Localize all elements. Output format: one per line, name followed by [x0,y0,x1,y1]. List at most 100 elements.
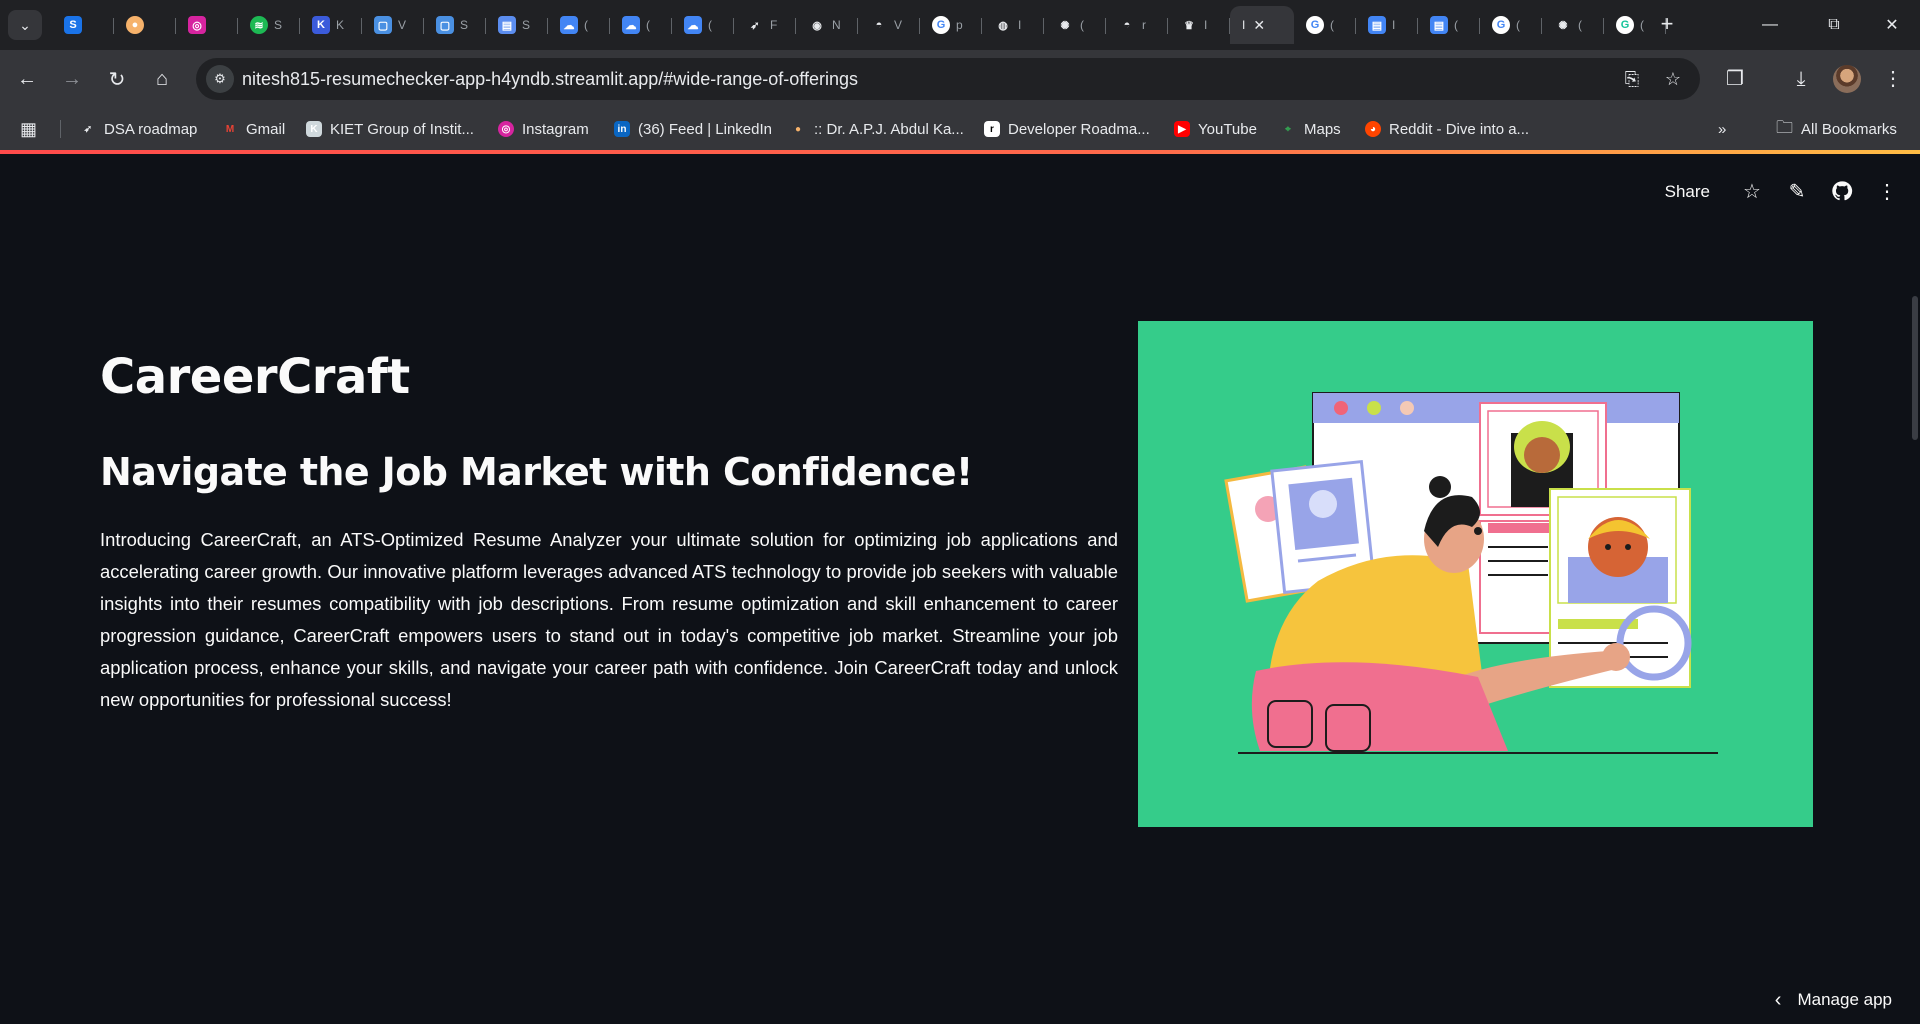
all-bookmarks-button[interactable]: 🗀 All Bookmarks [1776,117,1897,141]
tab-title: S [522,18,531,32]
browser-tab[interactable]: KK [300,6,362,44]
bookmark-item[interactable]: ▶ YouTube [1174,117,1257,141]
youtube-icon: ▶ [1174,121,1190,137]
bookmark-label: Instagram [522,120,589,138]
browser-tab[interactable]: ✺( [1044,6,1106,44]
doc-icon: ▤ [498,16,516,34]
tab-active[interactable]: I ✕ [1230,6,1294,44]
github-icon[interactable] [1830,180,1854,204]
home-icon: ⌂ [155,67,169,90]
close-tab-icon[interactable]: ✕ [1253,17,1265,34]
bookmark-label: DSA roadmap [104,120,198,138]
forms-icon: ▤ [1430,16,1448,34]
chevron-down-icon: ⌄ [19,16,31,33]
browser-tab[interactable]: S [52,6,114,44]
resume-review-illustration [1224,392,1718,754]
tab-title: ( [1640,18,1644,32]
openai-icon: ✺ [1558,19,1568,32]
more-bookmarks-button[interactable]: » [1718,117,1726,141]
browser-menu-icon[interactable]: ⋮ [1878,64,1908,94]
browser-tab[interactable]: ☁( [672,6,734,44]
address-bar[interactable]: ⚙ nitesh815-resumechecker-app-h4yndb.str… [196,58,1700,100]
manage-app-label: Manage app [1797,990,1892,1009]
streamlit-s-icon: S [64,16,82,34]
bookmark-item[interactable]: ➶ DSA roadmap [80,117,198,141]
browser-tab[interactable]: ▤ S [486,6,548,44]
browser-tab[interactable]: ◎ [176,6,238,44]
browser-tab[interactable]: ◓ V [858,6,920,44]
browser-tab[interactable]: Gp [920,6,982,44]
bookmark-item[interactable]: in (36) Feed | LinkedIn [614,117,772,141]
browser-tab[interactable]: G( [1480,6,1542,44]
url-text[interactable]: nitesh815-resumechecker-app-h4yndb.strea… [242,69,858,90]
github-icon: ◓ [1123,19,1131,31]
share-button[interactable]: Share [1665,182,1710,202]
browser-tab[interactable]: ♛ I [1168,6,1230,44]
reload-button[interactable]: ↻ [100,62,134,96]
profile-avatar[interactable] [1833,65,1861,93]
site-info-icon[interactable]: ⚙ [206,65,234,93]
scroll-thumb[interactable] [1912,296,1918,440]
bookmark-item[interactable]: r Developer Roadma... [984,117,1150,141]
instagram-icon: ◎ [188,16,206,34]
download-icon[interactable]: ⤓ [1786,64,1816,94]
home-button[interactable]: ⌂ [145,62,179,96]
close-window-button[interactable]: ✕ [1864,0,1920,50]
back-button[interactable]: ← [10,62,44,96]
browser-tab[interactable]: ✺( [1542,6,1604,44]
browser-tab[interactable]: ▤ I [1356,6,1418,44]
google-cloud-icon: ☁ [622,16,640,34]
all-bookmarks-label: All Bookmarks [1801,120,1897,138]
bookmark-item[interactable]: ◕ Reddit - Dive into a... [1365,117,1529,141]
hero-illustration [1138,321,1813,827]
tab-search-button[interactable]: ⌄ [8,10,42,40]
bookmark-label: :: Dr. A.P.J. Abdul Ka... [814,120,964,138]
minimize-button[interactable]: — [1742,0,1798,50]
page-title: CareerCraft [100,349,410,405]
tab-list: S ● ◎ ≋ S K K ▢ V ▢ S ▤ S ☁(☁(☁(➶ F ◉ N ◓ V Gp ◍ I ✺(◓ r ♛ I I ✕ G(▤… [52,6,1666,44]
edit-pencil-icon[interactable]: ✎ [1785,180,1809,204]
browser-tab[interactable]: ☁( [548,6,610,44]
bookmark-label: (36) Feed | LinkedIn [638,120,772,138]
restore-button[interactable]: ⧉ [1806,0,1862,50]
page-scrollbar[interactable] [1910,224,1920,1024]
star-icon[interactable]: ☆ [1740,180,1764,204]
bookmark-label: Reddit - Dive into a... [1389,120,1530,138]
bookmark-item[interactable]: K KIET Group of Instit... [306,117,474,141]
kebab-menu-icon[interactable]: ⋮ [1875,180,1899,204]
browser-tab[interactable]: ≋ S [238,6,300,44]
google-cloud-icon: ☁ [684,16,702,34]
browser-tab[interactable]: ▢ V [362,6,424,44]
new-tab-button[interactable]: + [1652,10,1682,40]
bookmark-item[interactable]: M Gmail [222,117,285,141]
tab-title: S [274,18,283,32]
extensions-icon[interactable]: ❐ [1720,64,1750,94]
linkedin-icon: in [614,121,630,137]
browser-tab[interactable]: ◓ r [1106,6,1168,44]
browser-tab[interactable]: ☁( [610,6,672,44]
browser-tab[interactable]: ◍ I [982,6,1044,44]
browser-tab[interactable]: ▤( [1418,6,1480,44]
tab-title: r [1142,18,1146,32]
bookmark-item[interactable]: ●:: Dr. A.P.J. Abdul Ka... [790,117,964,141]
install-app-icon[interactable]: ⎘ [1620,67,1644,91]
manage-app-button[interactable]: ‹ Manage app [1775,982,1892,1018]
forward-button[interactable]: → [55,62,89,96]
bookmark-item[interactable]: ⌖ Maps [1280,117,1341,141]
browser-tab[interactable]: G( [1294,6,1356,44]
roadmap-icon: r [984,121,1000,137]
bookmark-star-icon[interactable]: ☆ [1661,67,1685,91]
globe-icon: ◍ [998,19,1008,32]
tab-title: K [336,18,345,32]
colorful-circle-icon: ● [794,123,802,135]
google-icon: G [932,16,950,34]
browser-tab[interactable]: ◉ N [796,6,858,44]
browser-tab[interactable]: ➶ F [734,6,796,44]
bookmark-label: Developer Roadma... [1008,120,1150,138]
apps-grid-button[interactable]: ▦ [20,117,37,141]
streamlit-app: Share ☆ ✎ ⋮ CareerCraft Navigate the Job… [0,154,1920,1020]
bookmark-item[interactable]: ◎ Instagram [498,117,589,141]
rocket-icon: ➶ [750,19,760,32]
browser-tab[interactable]: ▢ S [424,6,486,44]
browser-tab[interactable]: ● [114,6,176,44]
